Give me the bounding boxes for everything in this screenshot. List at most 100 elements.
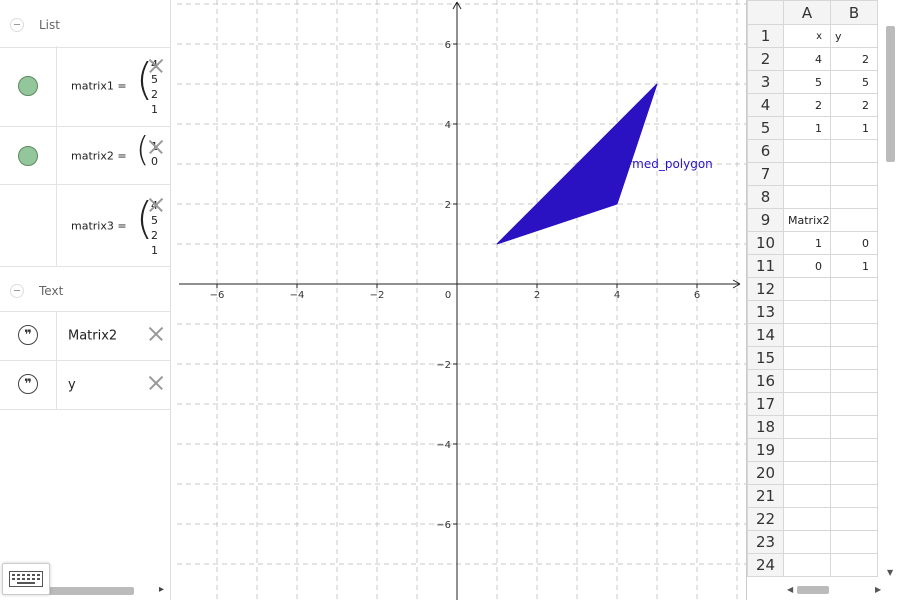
cell-a24[interactable] bbox=[783, 553, 831, 577]
cell-b18[interactable] bbox=[830, 415, 878, 439]
scrollbar-thumb[interactable] bbox=[886, 26, 895, 162]
cell-a2[interactable]: 4 bbox=[783, 47, 831, 71]
cell-a1[interactable]: x bbox=[783, 24, 831, 48]
cell-a12[interactable] bbox=[783, 277, 831, 301]
cell-a15[interactable] bbox=[783, 346, 831, 370]
row-header[interactable]: 18 bbox=[747, 415, 784, 439]
row-header[interactable]: 9 bbox=[747, 208, 784, 232]
cell-a4[interactable]: 2 bbox=[783, 93, 831, 117]
row-header[interactable]: 15 bbox=[747, 346, 784, 370]
graphics-view[interactable]: transformed_polygon −6 −4 −2 0 2 4 6 6 4 2 −2 −4 −6 bbox=[177, 0, 746, 600]
algebra-row-matrix1[interactable]: matrix1 = ( 4 5 2 1 bbox=[0, 46, 170, 127]
text-value[interactable]: y bbox=[68, 378, 76, 393]
cell-a17[interactable] bbox=[783, 392, 831, 416]
row-header[interactable]: 24 bbox=[747, 553, 784, 577]
cell-b5[interactable]: 1 bbox=[830, 116, 878, 140]
scroll-right-icon[interactable]: ▸ bbox=[159, 584, 164, 595]
row-header[interactable]: 13 bbox=[747, 300, 784, 324]
cell-b8[interactable] bbox=[830, 185, 878, 209]
cell-b24[interactable] bbox=[830, 553, 878, 577]
coordinate-plane[interactable]: transformed_polygon −6 −4 −2 0 2 4 6 6 4 2 −2 −4 −6 bbox=[177, 0, 746, 600]
cell-b7[interactable] bbox=[830, 162, 878, 186]
scroll-down-icon[interactable]: ▼ bbox=[887, 568, 893, 577]
cell-b1[interactable]: y bbox=[830, 24, 878, 48]
cell-a5[interactable]: 1 bbox=[783, 116, 831, 140]
spreadsheet-horizontal-scrollbar[interactable]: ◀ ▶ bbox=[785, 583, 885, 597]
cell-b15[interactable] bbox=[830, 346, 878, 370]
cell-b19[interactable] bbox=[830, 438, 878, 462]
group-header-list[interactable]: List bbox=[0, 3, 170, 48]
cell-b10[interactable]: 0 bbox=[830, 231, 878, 255]
row-header[interactable]: 14 bbox=[747, 323, 784, 347]
row-header[interactable]: 17 bbox=[747, 392, 784, 416]
marble-icon[interactable] bbox=[18, 145, 38, 166]
marble-icon[interactable] bbox=[18, 76, 38, 96]
cell-a20[interactable] bbox=[783, 461, 831, 485]
algebra-row-text2[interactable]: ❞ y bbox=[0, 361, 170, 410]
collapse-icon[interactable] bbox=[10, 18, 24, 32]
cell-a8[interactable] bbox=[783, 185, 831, 209]
row-header[interactable]: 12 bbox=[747, 277, 784, 301]
row-header[interactable]: 11 bbox=[747, 254, 784, 278]
column-header-a[interactable]: A bbox=[783, 0, 831, 25]
close-icon[interactable] bbox=[148, 58, 164, 74]
cell-a14[interactable] bbox=[783, 323, 831, 347]
row-header[interactable]: 4 bbox=[747, 93, 784, 117]
row-header[interactable]: 7 bbox=[747, 162, 784, 186]
cell-b12[interactable] bbox=[830, 277, 878, 301]
cell-b23[interactable] bbox=[830, 530, 878, 554]
close-icon[interactable] bbox=[148, 139, 164, 155]
algebra-row-matrix2[interactable]: matrix2 = ( 1 0 bbox=[0, 127, 170, 185]
corner-cell[interactable] bbox=[747, 0, 784, 25]
collapse-icon[interactable] bbox=[10, 283, 24, 298]
cell-a13[interactable] bbox=[783, 300, 831, 324]
cell-b3[interactable]: 5 bbox=[830, 70, 878, 94]
row-header[interactable]: 1 bbox=[747, 24, 784, 48]
cell-a7[interactable] bbox=[783, 162, 831, 186]
cell-a22[interactable] bbox=[783, 507, 831, 531]
spreadsheet-vertical-scrollbar[interactable]: ▼ bbox=[884, 24, 898, 584]
cell-a19[interactable] bbox=[783, 438, 831, 462]
cell-b11[interactable]: 1 bbox=[830, 254, 878, 278]
algebra-row-matrix3[interactable]: matrix3 = ( 4 5 2 1 bbox=[0, 185, 170, 267]
close-icon[interactable] bbox=[148, 326, 164, 342]
row-header[interactable]: 19 bbox=[747, 438, 784, 462]
row-header[interactable]: 5 bbox=[747, 116, 784, 140]
cell-b13[interactable] bbox=[830, 300, 878, 324]
spreadsheet-table[interactable]: A B 1 x y 2 4 2 3 5 5 4 2 2 5 1 1 6 7 8 9 Matrix2 10 1 0 11 0 1 12… bbox=[747, 0, 878, 577]
row-header[interactable]: 21 bbox=[747, 484, 784, 508]
close-icon[interactable] bbox=[148, 375, 164, 391]
row-header[interactable]: 20 bbox=[747, 461, 784, 485]
cell-b9[interactable] bbox=[830, 208, 878, 232]
row-header[interactable]: 2 bbox=[747, 47, 784, 71]
cell-b4[interactable]: 2 bbox=[830, 93, 878, 117]
cell-a9[interactable]: Matrix2 bbox=[783, 208, 831, 232]
cell-b20[interactable] bbox=[830, 461, 878, 485]
row-header[interactable]: 6 bbox=[747, 139, 784, 163]
row-header[interactable]: 8 bbox=[747, 185, 784, 209]
row-header[interactable]: 22 bbox=[747, 507, 784, 531]
row-header[interactable]: 10 bbox=[747, 231, 784, 255]
row-header[interactable]: 3 bbox=[747, 70, 784, 94]
scrollbar-thumb[interactable] bbox=[797, 586, 829, 594]
cell-a6[interactable] bbox=[783, 139, 831, 163]
cell-a18[interactable] bbox=[783, 415, 831, 439]
cell-b2[interactable]: 2 bbox=[830, 47, 878, 71]
close-icon[interactable] bbox=[148, 197, 164, 213]
row-header[interactable]: 16 bbox=[747, 369, 784, 393]
cell-b17[interactable] bbox=[830, 392, 878, 416]
cell-a23[interactable] bbox=[783, 530, 831, 554]
row-header[interactable]: 23 bbox=[747, 530, 784, 554]
text-value[interactable]: Matrix2 bbox=[68, 329, 117, 344]
cell-b16[interactable] bbox=[830, 369, 878, 393]
cell-a10[interactable]: 1 bbox=[783, 231, 831, 255]
scroll-right-icon[interactable]: ▶ bbox=[875, 585, 881, 594]
cell-a11[interactable]: 0 bbox=[783, 254, 831, 278]
cell-a21[interactable] bbox=[783, 484, 831, 508]
algebra-row-text1[interactable]: ❞ Matrix2 bbox=[0, 312, 170, 361]
column-header-b[interactable]: B bbox=[830, 0, 878, 25]
cell-b21[interactable] bbox=[830, 484, 878, 508]
cell-b14[interactable] bbox=[830, 323, 878, 347]
scroll-left-icon[interactable]: ◀ bbox=[787, 585, 793, 594]
cell-a16[interactable] bbox=[783, 369, 831, 393]
